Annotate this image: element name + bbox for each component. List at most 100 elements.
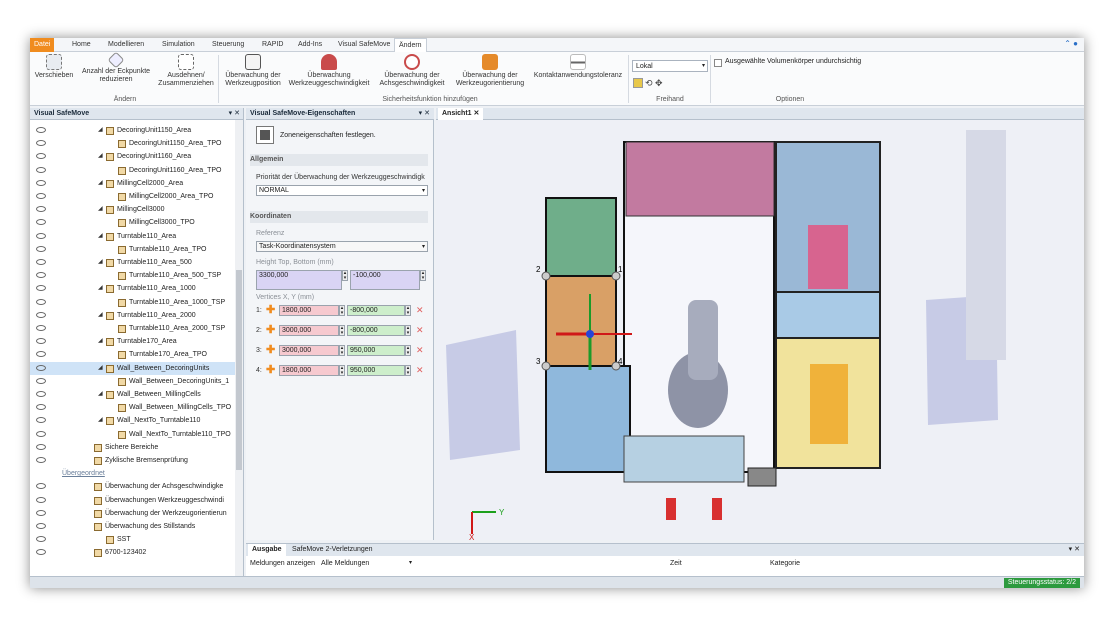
close-icon[interactable]: ▾ ✕ [229,108,240,120]
tab-visual-safemove[interactable]: Visual SafeMove [334,38,394,52]
tree-item[interactable]: ◢ Turntable170_Area [30,335,243,348]
tree-item[interactable]: Wall_Between_MillingCells_TPO [30,401,243,414]
visibility-eye-icon[interactable] [36,140,46,147]
visibility-eye-icon[interactable] [36,404,46,411]
help-icon[interactable]: ⌃ ● [1064,39,1078,48]
tree-item[interactable]: SST [30,533,243,546]
add-vertex-icon[interactable]: ✚ [266,345,275,356]
vertex-x-spinner[interactable]: ▴ ▾ [339,345,345,356]
vertex-y-field[interactable]: 950,000 [347,365,405,376]
ue-werkzeugposition-button[interactable]: Überwachung der Werkzeugposition [220,54,286,88]
tab-ansicht1[interactable]: Ansicht1 ✕ [438,108,484,120]
visibility-eye-icon[interactable] [36,166,46,173]
expand-toggle-icon[interactable]: ◢ [98,124,103,137]
visibility-eye-icon[interactable] [36,523,46,529]
close-icon[interactable]: ▾ ✕ [1069,544,1080,556]
visibility-eye-icon[interactable] [36,536,46,543]
vertex-y-spinner[interactable]: ▴ ▾ [405,305,411,316]
vertex-x-field[interactable]: 1800,000 [279,305,339,316]
vertex-x-field[interactable]: 3000,000 [279,345,339,356]
undurchsichtig-checkbox[interactable] [714,59,722,67]
tree-item[interactable]: MillingCell2000_Area_TPO [30,190,243,203]
vertex-handle[interactable] [541,361,551,371]
tab-aendern[interactable]: Ändern [394,38,427,52]
tree-item[interactable]: MillingCell3000_TPO [30,216,243,229]
visibility-eye-icon[interactable] [36,338,46,345]
visibility-eye-icon[interactable] [36,219,46,226]
vertex-x-spinner[interactable]: ▴ ▾ [339,305,345,316]
visibility-eye-icon[interactable] [36,509,46,516]
kontakttoleranz-button[interactable]: Kontaktanwendungstoleranz [530,54,626,80]
visibility-eye-icon[interactable] [36,193,46,199]
tree-item[interactable]: Übergeordnet [30,467,243,480]
messages-filter-select[interactable]: Alle Meldungen ▾ [318,558,414,570]
visibility-eye-icon[interactable] [36,153,46,160]
expand-toggle-icon[interactable]: ◢ [98,256,103,269]
visibility-eye-icon[interactable] [36,364,46,371]
tree-item[interactable]: ◢ MillingCell2000_Area [30,177,243,190]
vertex-handle[interactable] [541,271,551,281]
delete-vertex-icon[interactable]: ✕ [416,305,424,316]
tree-item[interactable]: DecoringUnit1150_Area_TPO [30,137,243,150]
expand-toggle-icon[interactable]: ◢ [98,335,103,348]
col-kategorie[interactable]: Kategorie [770,560,800,567]
tree-item[interactable]: Turntable110_Area_1000_TSP [30,296,243,309]
tree-item[interactable]: ◢ Turntable110_Area_2000 [30,309,243,322]
ue-werkzeugorientierung-button[interactable]: Überwachung der Werkzeugorientierung [450,54,530,88]
delete-vertex-icon[interactable]: ✕ [416,325,424,336]
vertex-y-field[interactable]: 950,000 [347,345,405,356]
3d-view[interactable]: Ansicht1 ✕ 2 1 3 4 Y X [436,108,1084,540]
visibility-eye-icon[interactable] [36,496,46,503]
add-vertex-icon[interactable]: ✚ [266,305,275,316]
expand-toggle-icon[interactable]: ◢ [98,230,103,243]
add-vertex-icon[interactable]: ✚ [266,365,275,376]
visibility-eye-icon[interactable] [36,549,46,556]
visibility-eye-icon[interactable] [36,417,46,424]
tab-datei[interactable]: Datei [30,38,55,52]
expand-toggle-icon[interactable]: ◢ [98,414,103,427]
tree-item[interactable]: ◢ MillingCell3000 [30,203,243,216]
tree-item[interactable]: 6700-123402 [30,546,243,559]
ausdehnen-button[interactable]: Ausdehnen/ Zusammenziehen [154,54,218,88]
visibility-eye-icon[interactable] [36,430,46,437]
visibility-eye-icon[interactable] [36,127,46,133]
vertex-x-field[interactable]: 3000,000 [279,325,339,336]
ue-achsgeschwindigkeit-button[interactable]: Überwachung der Achsgeschwindigkeit [374,54,450,88]
vertex-x-spinner[interactable]: ▴ ▾ [339,325,345,336]
tree-item[interactable]: Überwachung der Werkzeugorientierun [30,507,243,520]
tree-item[interactable]: ◢ DecoringUnit1150_Area [30,124,243,137]
freehand-move-icon[interactable] [633,78,643,88]
scrollbar-thumb[interactable] [236,270,242,470]
visibility-eye-icon[interactable] [36,351,46,358]
tree-item[interactable]: Turntable110_Area_500_TSP [30,269,243,282]
controller-status[interactable]: Steuerungsstatus: 2/2 [1003,578,1080,588]
tree-item[interactable]: Turntable110_Area_2000_TSP [30,322,243,335]
expand-toggle-icon[interactable]: ◢ [98,388,103,401]
tree-item[interactable]: Überwachungen Werkzeuggeschwindi [30,494,243,507]
visibility-eye-icon[interactable] [36,311,46,318]
tree-item[interactable]: Überwachung der Achsgeschwindigke [30,480,243,493]
add-vertex-icon[interactable]: ✚ [266,325,275,336]
tree-item[interactable]: Turntable170_Area_TPO [30,348,243,361]
expand-toggle-icon[interactable]: ◢ [98,150,103,163]
vertex-y-field[interactable]: -800,000 [347,305,405,316]
height-bottom-field[interactable]: -100,000 [350,270,420,290]
vertex-x-field[interactable]: 1800,000 [279,365,339,376]
vertex-y-spinner[interactable]: ▴ ▾ [405,325,411,336]
visibility-eye-icon[interactable] [36,285,46,292]
freehand-rotate-icon[interactable]: ⟲ [645,78,653,88]
tree-item[interactable]: DecoringUnit1160_Area_TPO [30,164,243,177]
expand-toggle-icon[interactable]: ◢ [98,282,103,295]
freehand-scale-icon[interactable]: ✥ [655,78,663,88]
referenz-select[interactable]: Task-Koordinatensystem ▾ [256,241,428,252]
visibility-eye-icon[interactable] [36,206,46,213]
anzahl-eckpunkte-button[interactable]: Anzahl der Eckpunkte reduzieren [80,51,152,84]
tree-scrollbar[interactable] [235,120,243,576]
tree-item[interactable]: ◢ Wall_NextTo_Turntable110 [30,414,243,427]
visibility-eye-icon[interactable] [36,179,46,186]
visibility-eye-icon[interactable] [36,457,46,463]
frame-select[interactable]: Lokal ▾ [632,60,708,72]
tree-item[interactable]: Wall_NextTo_Turntable110_TPO [30,428,243,441]
tree-item[interactable]: ◢ Wall_Between_MillingCells [30,388,243,401]
vertex-x-spinner[interactable]: ▴ ▾ [339,365,345,376]
